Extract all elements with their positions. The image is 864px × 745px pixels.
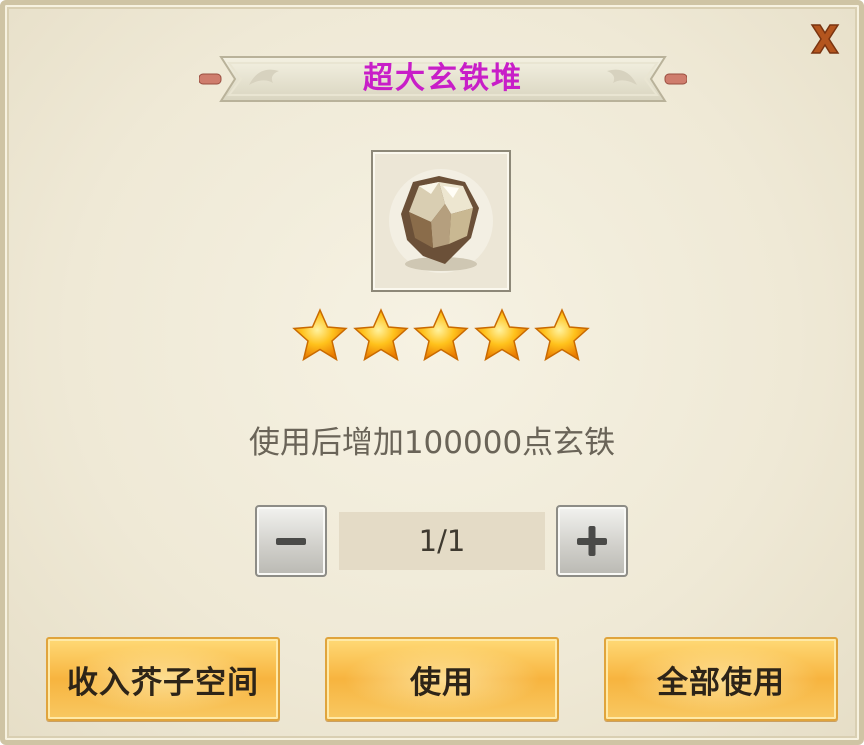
star-rating xyxy=(291,307,591,369)
star-icon xyxy=(352,308,409,362)
minus-icon xyxy=(276,538,306,545)
use-button[interactable]: 使用 xyxy=(325,637,559,721)
dialog-title: 超大玄铁堆 xyxy=(363,61,523,96)
star-icon xyxy=(473,308,530,362)
plus-icon xyxy=(577,526,607,556)
star-icon xyxy=(292,308,348,362)
decrement-button[interactable] xyxy=(255,505,327,577)
iron-ore-icon xyxy=(389,169,493,273)
item-dialog: 超大玄铁堆 使用后增加100000点玄铁 1/1 收入芥子空间 使用 全部使用 xyxy=(0,0,864,745)
increment-button[interactable] xyxy=(556,505,628,577)
close-button[interactable] xyxy=(805,19,845,59)
use-all-button[interactable]: 全部使用 xyxy=(604,637,838,721)
close-x-icon xyxy=(810,24,840,54)
star-icon xyxy=(534,308,590,362)
star-icon xyxy=(413,308,469,362)
quantity-value[interactable]: 1/1 xyxy=(339,512,545,570)
item-description: 使用后增加100000点玄铁 xyxy=(248,425,616,461)
store-to-space-button[interactable]: 收入芥子空间 xyxy=(46,637,280,721)
title-banner: 超大玄铁堆 xyxy=(199,49,687,109)
item-icon-frame xyxy=(371,150,511,292)
